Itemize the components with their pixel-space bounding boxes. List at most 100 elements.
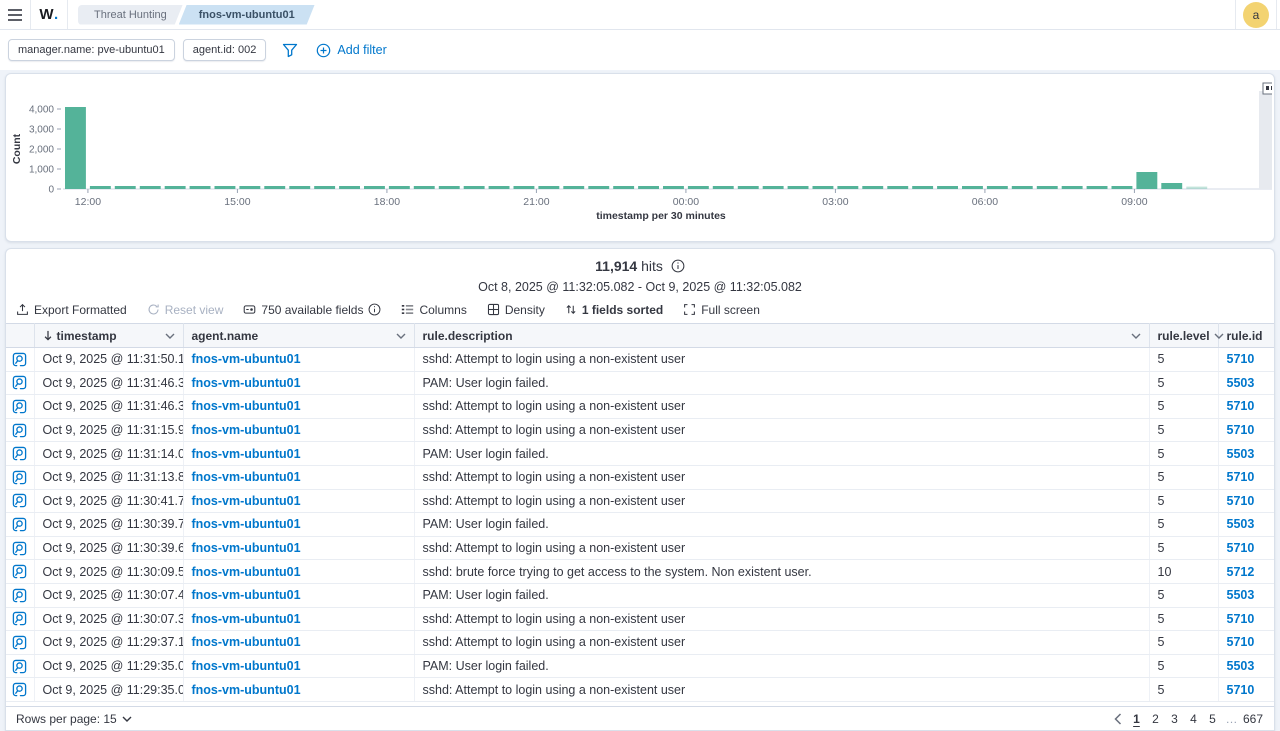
table-row: Oct 9, 2025 @ 11:29:35.091 fnos-vm-ubunt… [6, 654, 1274, 678]
chevron-down-icon[interactable] [1214, 333, 1224, 339]
inspect-document-icon[interactable] [12, 659, 27, 674]
hits-count: 11,914 [595, 258, 637, 274]
hits-label: hits [641, 258, 663, 274]
page-button-5[interactable]: 5 [1204, 710, 1221, 728]
agent-name-link[interactable]: fnos-vm-ubuntu01 [192, 683, 301, 697]
inspect-document-icon[interactable] [12, 446, 27, 461]
rule-id-link[interactable]: 5503 [1227, 447, 1255, 461]
rule-id-link[interactable]: 5503 [1227, 517, 1255, 531]
rule-level-cell: 5 [1149, 371, 1218, 395]
page-button-4[interactable]: 4 [1185, 710, 1202, 728]
agent-name-cell: fnos-vm-ubuntu01 [183, 678, 414, 702]
filter-pill-agent-id[interactable]: agent.id: 002 [183, 39, 267, 61]
rule-id-link[interactable]: 5503 [1227, 659, 1255, 673]
agent-name-link[interactable]: fnos-vm-ubuntu01 [192, 494, 301, 508]
rule-id-link[interactable]: 5503 [1227, 376, 1255, 390]
rows-per-page-selector[interactable]: Rows per page: 15 [16, 712, 132, 726]
inspect-document-icon[interactable] [12, 352, 27, 367]
timestamp-column-header[interactable]: timestamp [34, 324, 183, 348]
export-formatted-button[interactable]: Export Formatted [16, 303, 127, 317]
results-panel: 11,914 hits Oct 8, 2025 @ 11:32:05.082 -… [5, 248, 1275, 731]
inspect-document-icon[interactable] [12, 399, 27, 414]
inspect-document-icon[interactable] [12, 541, 27, 556]
inspect-document-icon[interactable] [12, 470, 27, 485]
inspect-document-icon[interactable] [12, 611, 27, 626]
svg-text:0: 0 [48, 185, 54, 196]
previous-page-button[interactable] [1114, 713, 1122, 725]
expand-document-cell [6, 418, 34, 442]
timestamp-cell: Oct 9, 2025 @ 11:30:39.673 [34, 536, 183, 560]
agent-name-link[interactable]: fnos-vm-ubuntu01 [192, 541, 301, 555]
columns-button[interactable]: Columns [401, 303, 466, 317]
chevron-down-icon[interactable] [165, 333, 175, 339]
rule-id-link[interactable]: 5710 [1227, 635, 1255, 649]
rule-id-cell: 5503 [1218, 583, 1274, 607]
avatar[interactable]: a [1243, 2, 1269, 28]
info-icon[interactable] [671, 259, 685, 273]
rule-id-link[interactable]: 5710 [1227, 399, 1255, 413]
rule-description-column-header[interactable]: rule.description [414, 324, 1149, 348]
agent-name-link[interactable]: fnos-vm-ubuntu01 [192, 399, 301, 413]
rule-level-column-header[interactable]: rule.level [1149, 324, 1218, 348]
agent-name-link[interactable]: fnos-vm-ubuntu01 [192, 376, 301, 390]
agent-name-link[interactable]: fnos-vm-ubuntu01 [192, 470, 301, 484]
agent-name-link[interactable]: fnos-vm-ubuntu01 [192, 588, 301, 602]
events-table: timestamp agent.name rule.description ru [6, 323, 1274, 702]
chevron-down-icon[interactable] [396, 333, 406, 339]
rule-id-link[interactable]: 5710 [1227, 494, 1255, 508]
agent-name-link[interactable]: fnos-vm-ubuntu01 [192, 423, 301, 437]
rule-description-cell: sshd: brute force trying to get access t… [414, 560, 1149, 584]
rule-id-link[interactable]: 5712 [1227, 565, 1255, 579]
rule-id-link[interactable]: 5710 [1227, 541, 1255, 555]
page-button-3[interactable]: 3 [1166, 710, 1183, 728]
agent-name-link[interactable]: fnos-vm-ubuntu01 [192, 659, 301, 673]
agent-name-link[interactable]: fnos-vm-ubuntu01 [192, 352, 301, 366]
inspect-document-icon[interactable] [12, 682, 27, 697]
density-button[interactable]: Density [487, 303, 545, 317]
filter-options-button[interactable] [282, 43, 298, 58]
app-logo[interactable]: W. [31, 0, 67, 29]
rule-id-link[interactable]: 5710 [1227, 683, 1255, 697]
inspect-document-icon[interactable] [12, 375, 27, 390]
rule-id-link[interactable]: 5710 [1227, 470, 1255, 484]
filter-pill-manager-name[interactable]: manager.name: pve-ubuntu01 [8, 39, 175, 61]
agent-name-link[interactable]: fnos-vm-ubuntu01 [192, 635, 301, 649]
inspect-document-icon[interactable] [12, 635, 27, 650]
chevron-down-icon[interactable] [1131, 333, 1141, 339]
expand-document-cell [6, 583, 34, 607]
add-filter-button[interactable]: Add filter [316, 43, 386, 58]
menu-button[interactable] [0, 0, 30, 29]
rule-id-link[interactable]: 5710 [1227, 352, 1255, 366]
rule-id-link[interactable]: 5710 [1227, 423, 1255, 437]
agent-name-link[interactable]: fnos-vm-ubuntu01 [192, 447, 301, 461]
page-button-2[interactable]: 2 [1147, 710, 1164, 728]
fields-sorted-button[interactable]: 1 fields sorted [565, 303, 663, 317]
agent-name-link[interactable]: fnos-vm-ubuntu01 [192, 565, 301, 579]
inspect-document-icon[interactable] [12, 423, 27, 438]
inspect-document-icon[interactable] [12, 588, 27, 603]
rule-description-cell: PAM: User login failed. [414, 442, 1149, 466]
inspect-document-icon[interactable] [12, 493, 27, 508]
svg-text:2,000: 2,000 [29, 145, 54, 156]
full-screen-button[interactable]: Full screen [683, 303, 760, 317]
agent-name-link[interactable]: fnos-vm-ubuntu01 [192, 517, 301, 531]
page-button-667[interactable]: 667 [1242, 710, 1264, 728]
export-label: Export Formatted [34, 303, 127, 317]
agent-name-link[interactable]: fnos-vm-ubuntu01 [192, 612, 301, 626]
page-button-1[interactable]: 1 [1128, 710, 1145, 728]
agent-name-cell: fnos-vm-ubuntu01 [183, 607, 414, 631]
info-icon[interactable] [368, 303, 381, 316]
breadcrumb-agent[interactable]: fnos-vm-ubuntu01 [179, 5, 315, 25]
agent-name-column-header[interactable]: agent.name [183, 324, 414, 348]
svg-text:15:00: 15:00 [224, 196, 250, 208]
rule-id-link[interactable]: 5503 [1227, 588, 1255, 602]
reset-view-button[interactable]: Reset view [147, 303, 224, 317]
rule-id-column-header[interactable]: rule.id [1218, 324, 1274, 348]
rule-id-link[interactable]: 5710 [1227, 612, 1255, 626]
user-menu[interactable]: a [1236, 0, 1276, 29]
available-fields-button[interactable]: 750 available fields [243, 303, 381, 317]
events-histogram-chart[interactable]: 01,0002,0003,0004,00012:0015:0018:0021:0… [6, 74, 1272, 241]
inspect-document-icon[interactable] [12, 517, 27, 532]
inspect-document-icon[interactable] [12, 564, 27, 579]
breadcrumb-threat-hunting[interactable]: Threat Hunting [78, 5, 183, 25]
